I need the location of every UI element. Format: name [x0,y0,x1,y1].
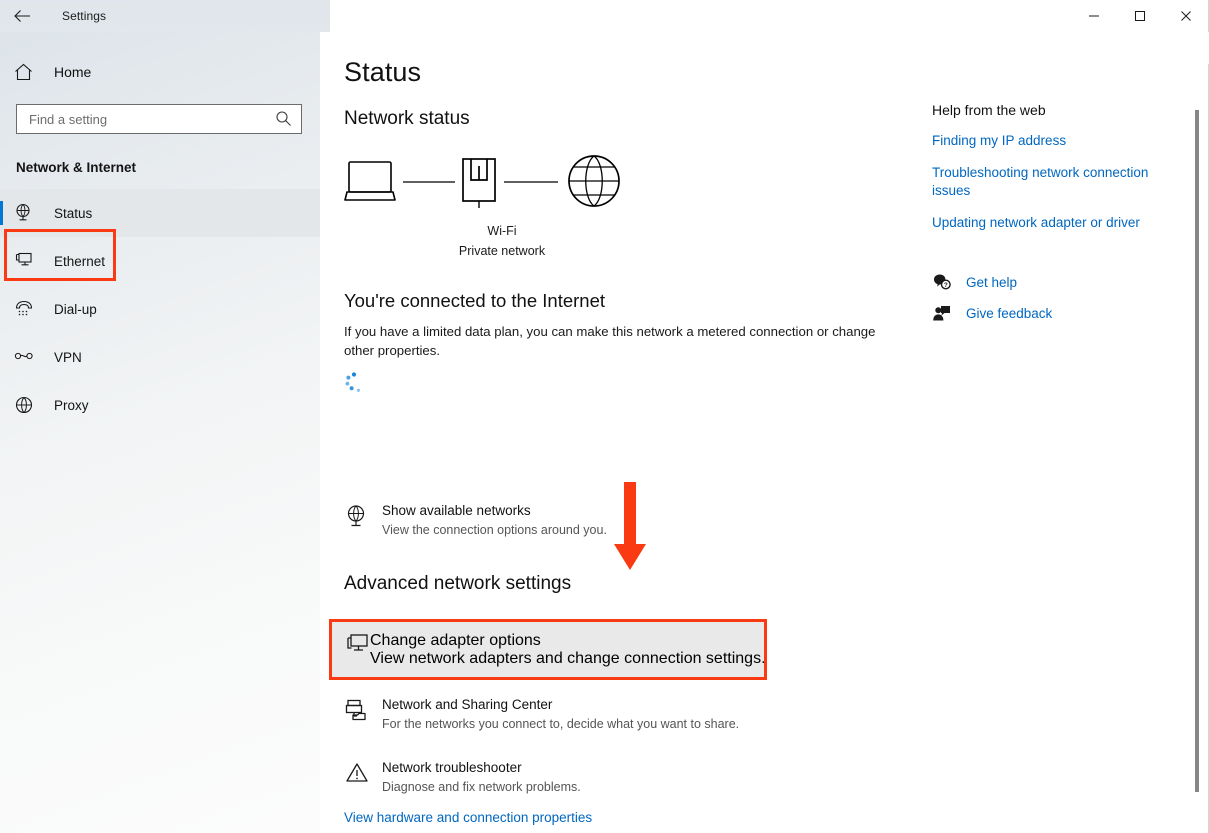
network-status-heading: Network status [344,108,470,130]
network-diagram-graphic [344,154,634,224]
sidebar-item-dialup[interactable]: Dial-up [0,285,320,333]
main-content: Status Network status W [320,32,1209,833]
sidebar-item-proxy[interactable]: Proxy [0,381,320,429]
title-bar-left: Settings [0,0,330,32]
vertical-scrollbar[interactable] [1191,32,1203,833]
sharing-center-icon [344,696,382,729]
selection-indicator [0,201,3,225]
search-box[interactable] [16,104,302,134]
get-help-icon: ? [932,272,962,292]
home-icon [14,63,44,81]
maximize-icon [1134,10,1146,22]
option-change-adapter-options[interactable]: Change adapter options View network adap… [329,622,767,678]
svg-text:?: ? [944,282,948,289]
help-link-updating-adapter[interactable]: Updating network adapter or driver [932,214,1182,232]
close-icon [1180,10,1192,22]
link-view-hardware-properties[interactable]: View hardware and connection properties [344,810,592,825]
get-help-action[interactable]: ? Get help [932,268,1182,296]
window-controls [330,0,1209,32]
connected-heading: You're connected to the Internet [344,290,605,312]
search-input[interactable] [17,106,267,132]
vpn-icon [14,347,46,367]
sidebar-nav-list: Status Ethernet [0,189,320,429]
minimize-icon [1088,10,1100,22]
sidebar-item-status[interactable]: Status [0,189,320,237]
sidebar-item-home[interactable]: Home [0,52,320,92]
page-title: Status [344,57,421,88]
option-title: Network and Sharing Center [382,696,739,714]
option-title: Network troubleshooter [382,759,581,777]
ethernet-icon [14,251,46,271]
wifi-adapter-icon [463,159,495,208]
option-description: View the connection options around you. [382,522,607,539]
warning-triangle-icon [344,759,382,792]
minimize-button[interactable] [1071,0,1117,32]
globe-icon [569,156,619,206]
sidebar-item-label: Dial-up [54,302,97,317]
network-diagram: Wi-Fi Private network [344,154,654,272]
network-status-icon [14,203,46,223]
loading-spinner [342,370,368,396]
adapter-options-icon [344,632,370,663]
diagram-connection-type: Private network [432,244,572,258]
red-down-arrow-annotation [608,482,652,577]
option-description: View network adapters and change connect… [370,650,766,668]
scrollbar-thumb[interactable] [1195,110,1199,792]
sidebar-item-ethernet[interactable]: Ethernet [0,237,320,285]
help-panel: Help from the web Finding my IP address … [932,102,1182,327]
sidebar-item-label: Ethernet [54,254,105,269]
give-feedback-icon [932,303,962,323]
help-link-troubleshooting[interactable]: Troubleshooting network connection issue… [932,164,1182,200]
option-description: For the networks you connect to, decide … [382,716,739,733]
give-feedback-action[interactable]: Give feedback [932,299,1182,327]
connected-description: If you have a limited data plan, you can… [344,322,884,360]
back-arrow-icon [13,8,33,24]
sidebar-item-label: Proxy [54,398,89,413]
option-description: Diagnose and fix network problems. [382,779,581,796]
sidebar: Home Network & Internet Status [0,32,320,833]
sidebar-item-vpn[interactable]: VPN [0,333,320,381]
advanced-settings-heading: Advanced network settings [344,573,571,595]
help-action-label: Get help [966,275,1017,290]
dialup-phone-icon [14,299,46,319]
sidebar-home-label: Home [54,64,91,80]
option-title: Show available networks [382,502,607,520]
window-title: Settings [62,9,106,23]
title-bar: Settings [0,0,1209,32]
maximize-button[interactable] [1117,0,1163,32]
option-show-available-networks[interactable]: Show available networks View the connect… [344,493,784,548]
help-link-finding-ip[interactable]: Finding my IP address [932,132,1182,150]
search-icon[interactable] [275,110,292,132]
help-actions: ? Get help Give feedback [932,268,1182,327]
sidebar-item-label: VPN [54,350,82,365]
help-panel-title: Help from the web [932,102,1182,118]
option-network-sharing-center[interactable]: Network and Sharing Center For the netwo… [344,687,784,742]
globe-icon [14,395,46,415]
close-button[interactable] [1163,0,1209,32]
back-button[interactable] [0,0,46,32]
laptop-icon [345,162,395,200]
option-network-troubleshooter[interactable]: Network troubleshooter Diagnose and fix … [344,750,784,805]
available-networks-icon [344,502,382,535]
diagram-connection-name: Wi-Fi [462,224,542,238]
sidebar-item-label: Status [54,206,92,221]
help-action-label: Give feedback [966,306,1052,321]
option-title: Change adapter options [370,632,766,650]
sidebar-section-title: Network & Internet [16,160,320,175]
